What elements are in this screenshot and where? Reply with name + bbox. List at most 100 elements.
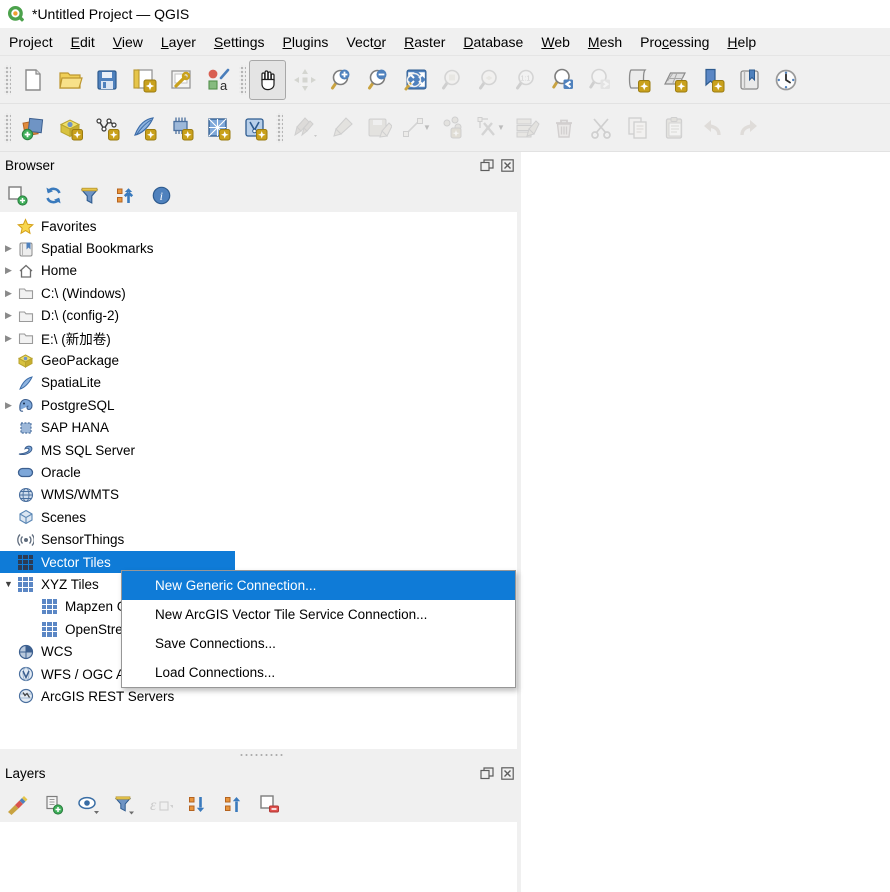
new-project-button[interactable]: [14, 60, 51, 100]
tree-item-scenes[interactable]: Scenes: [0, 506, 517, 528]
close-panel-button[interactable]: [500, 158, 515, 172]
expand-icon[interactable]: [0, 310, 17, 321]
toolbar-grip[interactable]: [4, 65, 11, 95]
tree-item-postgresql[interactable]: PostgreSQL: [0, 394, 517, 416]
remove-layer-button[interactable]: [257, 792, 281, 816]
panel-splitter[interactable]: [0, 749, 521, 760]
menu-help[interactable]: Help: [718, 30, 765, 54]
tree-item-c-drive[interactable]: C:\ (Windows): [0, 282, 517, 304]
tree-item-geopackage[interactable]: GeoPackage: [0, 349, 517, 371]
menu-web[interactable]: Web: [532, 30, 579, 54]
menu-project[interactable]: Project: [0, 30, 62, 54]
toggle-editing-button[interactable]: [323, 108, 360, 148]
tree-item-favorites[interactable]: Favorites: [0, 215, 517, 237]
zoom-in-button[interactable]: [323, 60, 360, 100]
menu-item-new-arcgis-vector-tile-connection[interactable]: New ArcGIS Vector Tile Service Connectio…: [122, 600, 515, 629]
toolbar-grip[interactable]: [276, 113, 283, 143]
modify-attributes-button[interactable]: [508, 108, 545, 148]
menu-item-new-generic-connection[interactable]: New Generic Connection...: [122, 571, 515, 600]
style-manager-button[interactable]: a: [199, 60, 236, 100]
save-project-button[interactable]: [88, 60, 125, 100]
new-shapefile-layer-button[interactable]: [88, 108, 125, 148]
menu-edit[interactable]: Edit: [62, 30, 104, 54]
pan-to-selection-button[interactable]: [286, 60, 323, 100]
collapse-all-button[interactable]: [221, 792, 245, 816]
map-canvas[interactable]: [521, 152, 890, 892]
toolbar-grip[interactable]: [239, 65, 246, 95]
show-spatial-bookmarks-button[interactable]: [730, 60, 767, 100]
menu-processing[interactable]: Processing: [631, 30, 718, 54]
collapse-icon[interactable]: [0, 579, 17, 589]
menu-view[interactable]: View: [104, 30, 152, 54]
manage-map-themes-button[interactable]: [77, 792, 101, 816]
add-record-button[interactable]: [434, 108, 471, 148]
zoom-out-button[interactable]: [360, 60, 397, 100]
layers-list[interactable]: [0, 822, 517, 892]
current-edits-button[interactable]: [286, 108, 323, 148]
menu-item-load-connections[interactable]: Load Connections...: [122, 658, 515, 687]
temporal-controller-button[interactable]: [767, 60, 804, 100]
undo-button[interactable]: [693, 108, 730, 148]
expand-icon[interactable]: [0, 265, 17, 276]
menu-plugins[interactable]: Plugins: [273, 30, 337, 54]
menu-vector[interactable]: Vector: [337, 30, 395, 54]
new-mesh-layer-button[interactable]: [199, 108, 236, 148]
delete-selected-button[interactable]: [545, 108, 582, 148]
pan-map-button[interactable]: [249, 60, 286, 100]
new-map-view-button[interactable]: [619, 60, 656, 100]
expand-icon[interactable]: [0, 333, 17, 344]
zoom-next-button[interactable]: [582, 60, 619, 100]
tree-item-spatialite[interactable]: SpatiaLite: [0, 372, 517, 394]
tree-item-e-drive[interactable]: E:\ (新加卷): [0, 327, 517, 349]
open-layer-styling-button[interactable]: [5, 792, 29, 816]
new-3d-map-view-button[interactable]: [656, 60, 693, 100]
tree-item-oracle[interactable]: Oracle: [0, 461, 517, 483]
show-layout-manager-button[interactable]: [162, 60, 199, 100]
menu-raster[interactable]: Raster: [395, 30, 454, 54]
menu-settings[interactable]: Settings: [205, 30, 274, 54]
add-group-button[interactable]: [41, 792, 65, 816]
tree-item-d-drive[interactable]: D:\ (config-2): [0, 305, 517, 327]
new-spatial-bookmark-button[interactable]: [693, 60, 730, 100]
close-panel-button[interactable]: [500, 766, 515, 780]
toolbar-grip[interactable]: [4, 113, 11, 143]
tree-item-ms-sql-server[interactable]: MS SQL Server: [0, 439, 517, 461]
new-virtual-layer-button[interactable]: [236, 108, 273, 148]
expand-icon[interactable]: [0, 288, 17, 299]
refresh-button[interactable]: [41, 183, 65, 207]
tree-item-wms-wmts[interactable]: WMS/WMTS: [0, 484, 517, 506]
collapse-all-button[interactable]: [113, 183, 137, 207]
cut-features-button[interactable]: [582, 108, 619, 148]
float-panel-button[interactable]: [479, 766, 494, 780]
zoom-to-layer-button[interactable]: [471, 60, 508, 100]
tree-item-spatial-bookmarks[interactable]: Spatial Bookmarks: [0, 237, 517, 259]
vertex-tool-button[interactable]: ▼: [471, 108, 508, 148]
menu-item-save-connections[interactable]: Save Connections...: [122, 629, 515, 658]
zoom-to-selection-button[interactable]: [434, 60, 471, 100]
zoom-last-button[interactable]: [545, 60, 582, 100]
new-temporary-scratch-layer-button[interactable]: [162, 108, 199, 148]
redo-button[interactable]: [730, 108, 767, 148]
zoom-native-button[interactable]: 1:1: [508, 60, 545, 100]
float-panel-button[interactable]: [479, 158, 494, 172]
tree-item-sensorthings[interactable]: SensorThings: [0, 528, 517, 550]
tree-item-arcgis-rest[interactable]: ArcGIS REST Servers: [0, 685, 517, 707]
filter-legend-button[interactable]: [113, 792, 137, 816]
add-selected-layers-button[interactable]: [5, 183, 29, 207]
filter-by-expression-button[interactable]: ε: [149, 792, 173, 816]
digitize-with-segment-button[interactable]: ▼: [397, 108, 434, 148]
open-project-button[interactable]: [51, 60, 88, 100]
new-print-layout-button[interactable]: [125, 60, 162, 100]
copy-features-button[interactable]: [619, 108, 656, 148]
save-layer-edits-button[interactable]: [360, 108, 397, 148]
new-spatialite-layer-button[interactable]: [125, 108, 162, 148]
menu-mesh[interactable]: Mesh: [579, 30, 631, 54]
tree-item-home[interactable]: Home: [0, 260, 517, 282]
open-data-source-manager-button[interactable]: [14, 108, 51, 148]
expand-all-button[interactable]: [185, 792, 209, 816]
expand-icon[interactable]: [0, 243, 17, 254]
tree-item-sap-hana[interactable]: SAP HANA: [0, 417, 517, 439]
filter-browser-button[interactable]: [77, 183, 101, 207]
menu-database[interactable]: Database: [454, 30, 532, 54]
expand-icon[interactable]: [0, 400, 17, 411]
